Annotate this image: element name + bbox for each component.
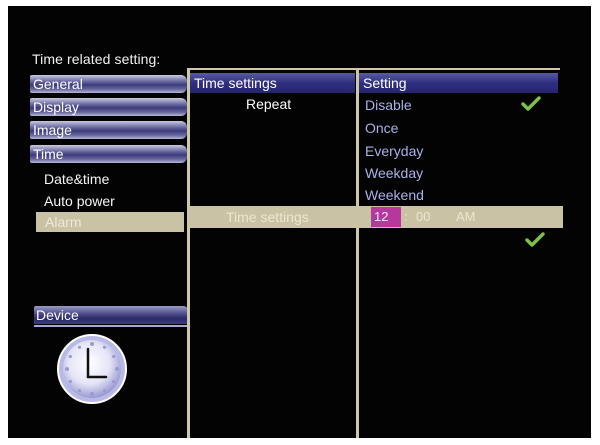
time-separator: :: [404, 209, 408, 224]
header-top-border: [187, 68, 560, 70]
device-underline: [34, 325, 189, 327]
option-once[interactable]: Once: [365, 119, 398, 137]
column-divider-left: [187, 68, 190, 438]
sidebar-item-display[interactable]: Display: [30, 98, 187, 116]
repeat-label[interactable]: Repeat: [246, 96, 291, 112]
time-settings-label: Time settings: [226, 209, 309, 225]
hour-field[interactable]: 12: [371, 207, 401, 227]
sidebar-subitem-auto-power[interactable]: Auto power: [44, 192, 115, 210]
sidebar-item-image[interactable]: Image: [30, 121, 187, 139]
minute-field[interactable]: 00: [416, 208, 430, 226]
sidebar-item-time[interactable]: Time: [30, 145, 187, 163]
confirm-checkmark-icon[interactable]: [525, 232, 545, 248]
option-disable[interactable]: Disable: [365, 96, 412, 114]
settings-screen: Time related setting: General Display Im…: [8, 6, 591, 438]
analog-clock-icon: [57, 334, 127, 404]
checkmark-icon: [521, 96, 541, 111]
sidebar-subitem-date-time[interactable]: Date&time: [44, 170, 109, 188]
column-header-setting: Setting: [359, 73, 558, 93]
am-pm-field[interactable]: AM: [456, 208, 476, 226]
option-everyday[interactable]: Everyday: [365, 142, 423, 160]
option-weekend[interactable]: Weekend: [365, 186, 424, 204]
sidebar-subitem-alarm[interactable]: Alarm: [36, 212, 184, 232]
column-divider-right: [356, 68, 359, 438]
page-title: Time related setting:: [32, 51, 161, 67]
sidebar-item-general[interactable]: General: [30, 75, 187, 93]
column-header-time-settings: Time settings: [190, 73, 355, 93]
sidebar-item-device[interactable]: Device: [34, 306, 189, 324]
option-weekday[interactable]: Weekday: [365, 164, 423, 182]
